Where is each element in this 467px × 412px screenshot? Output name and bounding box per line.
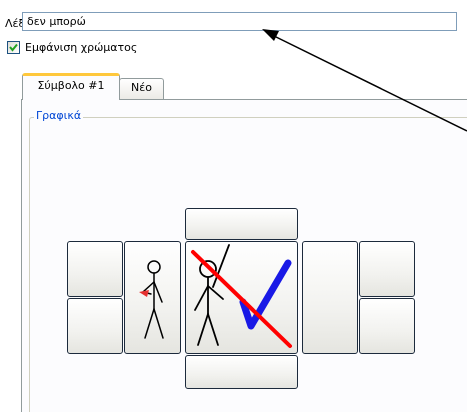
annotation-arrow-icon	[262, 29, 467, 132]
tab-symbol-1[interactable]: Σύμβολο #1	[22, 73, 120, 100]
